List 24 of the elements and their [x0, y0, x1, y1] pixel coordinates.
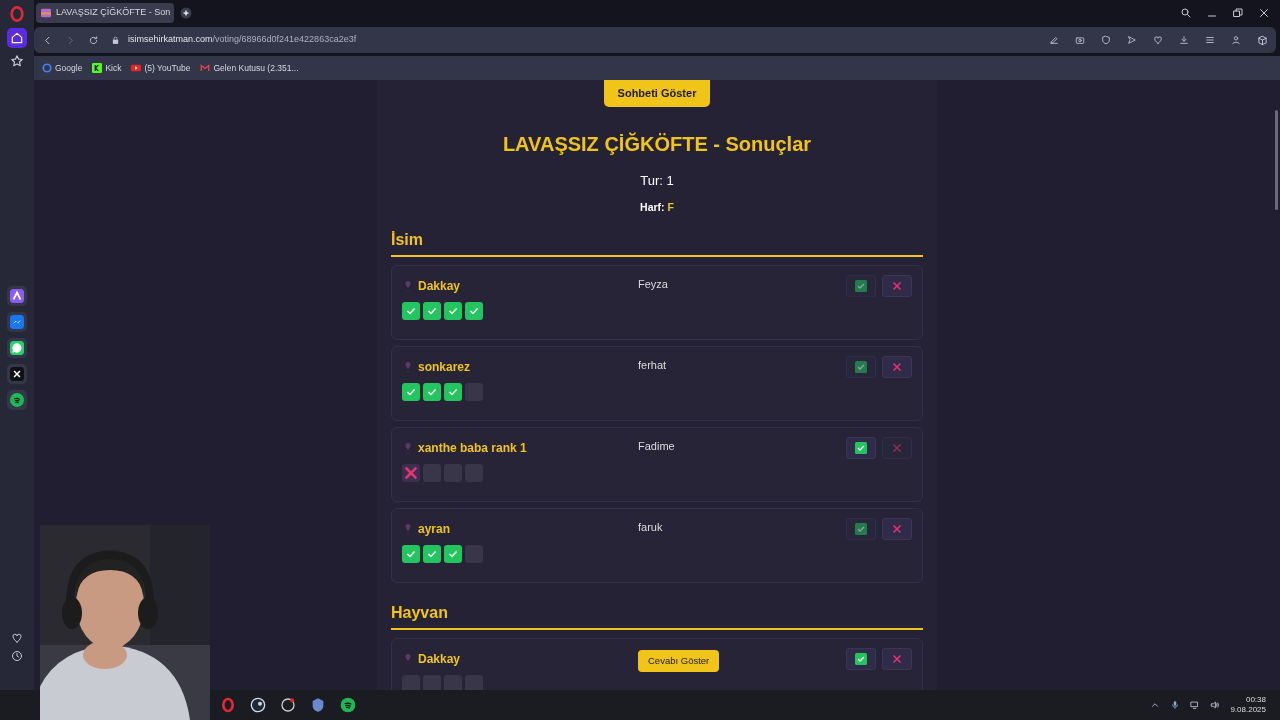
bookmark[interactable]: Kick [92, 61, 122, 75]
address-field[interactable]: isimsehirkatman.com/voting/68966d0f241e422863ca2e3f [111, 33, 357, 47]
page-title: LAVAŞSIZ ÇİĞKÖFTE - Sonuçlar [502, 131, 812, 157]
show-chat-button[interactable]: Sohbeti Göster [603, 80, 711, 107]
answer-text: Feyza [638, 276, 668, 292]
answer-text: faruk [638, 519, 663, 535]
bookmark[interactable]: Gelen Kutusu (2.351... [200, 61, 299, 75]
player-name: ayran [418, 520, 452, 538]
show-answer-button[interactable]: Cevabı Göster [638, 649, 720, 672]
clock-time[interactable]: 00:38 [1245, 695, 1266, 705]
bookmark[interactable]: (5) YouTube [131, 61, 191, 75]
category-heading: Hayvan [391, 600, 923, 630]
letter-label: Harf: F [640, 200, 674, 215]
answer-text: ferhat [638, 357, 667, 373]
round-label: Tur: 1 [640, 171, 674, 190]
player-name: xanthe baba rank 1 [418, 439, 528, 457]
bookmark[interactable]: Google [42, 61, 83, 75]
player-name: sonkarez [418, 358, 472, 376]
browser-tab[interactable]: LAVAŞSIZ ÇİĞKÖFTE - Son [36, 3, 175, 23]
answer-text: Fadime [638, 438, 675, 454]
clock-date[interactable]: 9.08.2025 [1230, 705, 1266, 715]
category-heading: İsim [391, 227, 923, 257]
player-name: Dakkay [418, 277, 462, 295]
player-name: Dakkay [418, 650, 462, 668]
